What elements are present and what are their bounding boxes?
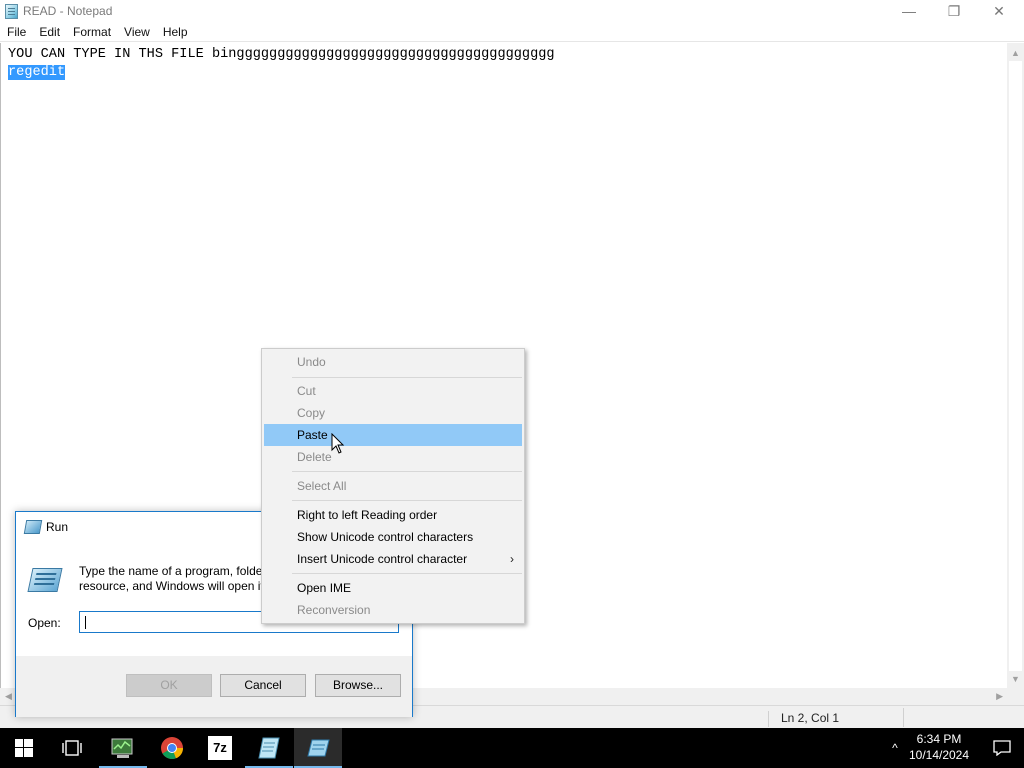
task-view-button[interactable]	[48, 728, 96, 768]
menu-help[interactable]: Help	[156, 22, 194, 41]
menu-separator	[292, 377, 522, 378]
run-title: Run	[46, 520, 69, 534]
clock-date: 10/14/2024	[908, 748, 970, 762]
ok-button[interactable]: OK	[126, 674, 212, 697]
scroll-down-icon[interactable]: ▼	[1011, 674, 1020, 684]
taskbar: 7z ^ 6:34 PM 10/14/2024	[0, 728, 1024, 768]
scrollbar-corner	[1007, 688, 1024, 705]
menu-item-copy[interactable]: Copy	[264, 402, 522, 424]
mouse-cursor-icon	[331, 433, 345, 454]
window-title: READ - Notepad	[23, 4, 113, 18]
menu-item-undo[interactable]: Undo	[264, 351, 522, 373]
vertical-scrollbar[interactable]: ▲ ▼	[1007, 43, 1024, 688]
scroll-right-icon[interactable]: ▶	[996, 691, 1003, 702]
menu-item-open-ime[interactable]: Open IME	[264, 577, 522, 599]
taskbar-run[interactable]	[294, 728, 342, 768]
run-program-icon	[27, 568, 63, 592]
menu-bar: File Edit Format View Help	[0, 22, 1024, 42]
status-divider	[903, 708, 904, 727]
browse-button[interactable]: Browse...	[315, 674, 401, 697]
text-caret	[85, 616, 86, 629]
context-menu: Undo Cut Copy Paste Delete Select All Ri…	[261, 348, 525, 624]
menu-edit[interactable]: Edit	[32, 22, 66, 41]
clock-time: 6:34 PM	[916, 732, 962, 746]
menu-item-select-all[interactable]: Select All	[264, 475, 522, 497]
notification-button[interactable]	[982, 728, 1022, 768]
menu-item-delete[interactable]: Delete	[264, 446, 522, 468]
chrome-icon	[161, 737, 184, 760]
notepad-icon	[5, 4, 18, 19]
menu-format[interactable]: Format	[66, 22, 117, 41]
close-button[interactable]: ✕	[976, 0, 1022, 22]
start-button[interactable]	[0, 728, 48, 768]
7zip-icon: 7z	[208, 736, 232, 760]
menu-item-insert-unicode[interactable]: Insert Unicode control character ›	[264, 548, 522, 570]
taskbar-clock[interactable]: 6:34 PM 10/14/2024	[906, 731, 972, 763]
7zip-label: 7z	[213, 740, 227, 755]
menu-separator	[292, 500, 522, 501]
taskbar-7zip[interactable]: 7z	[196, 728, 244, 768]
run-icon	[23, 520, 43, 534]
restore-button[interactable]: ❐	[931, 0, 977, 22]
taskbar-chrome[interactable]	[148, 728, 196, 768]
menu-item-insert-unicode-label: Insert Unicode control character	[297, 552, 468, 566]
menu-item-rtl-reading[interactable]: Right to left Reading order	[264, 504, 522, 526]
run-footer: OK Cancel Browse...	[16, 656, 412, 717]
menu-item-show-unicode[interactable]: Show Unicode control characters	[264, 526, 522, 548]
menu-view[interactable]: View	[117, 22, 156, 41]
run-icon	[307, 739, 330, 757]
scrollbar-track[interactable]	[1009, 61, 1022, 671]
scroll-left-icon[interactable]: ◀	[5, 691, 12, 702]
cursor-position: Ln 2, Col 1	[768, 711, 839, 727]
task-manager-icon	[111, 738, 133, 758]
notification-icon	[993, 740, 1011, 756]
taskbar-notepad[interactable]	[245, 728, 293, 768]
menu-separator	[292, 573, 522, 574]
title-bar[interactable]: READ - Notepad — ❐ ✕	[0, 0, 1024, 22]
selected-text: regedit	[8, 65, 66, 80]
open-label: Open:	[28, 616, 61, 630]
run-description-line1: Type the name of a program, folde	[79, 564, 263, 578]
run-description: Type the name of a program, folde resour…	[79, 564, 264, 594]
taskbar-task-manager[interactable]	[99, 728, 147, 768]
task-view-icon	[62, 740, 82, 756]
menu-item-cut[interactable]: Cut	[264, 380, 522, 402]
start-icon	[15, 739, 33, 757]
notepad-icon	[258, 737, 280, 759]
menu-item-reconversion[interactable]: Reconversion	[264, 599, 522, 621]
minimize-button[interactable]: —	[886, 0, 932, 22]
editor-line-1: YOU CAN TYPE IN THS FILE bingggggggggggg…	[8, 47, 555, 62]
menu-file[interactable]: File	[0, 22, 32, 41]
editor-line-2: regedit	[8, 64, 1007, 82]
submenu-arrow-icon: ›	[510, 552, 514, 566]
menu-separator	[292, 471, 522, 472]
menu-item-paste[interactable]: Paste	[264, 424, 522, 446]
scroll-up-icon[interactable]: ▲	[1011, 48, 1020, 58]
run-description-line2: resource, and Windows will open it	[79, 579, 264, 593]
tray-chevron-icon[interactable]: ^	[884, 728, 906, 768]
cancel-button[interactable]: Cancel	[220, 674, 306, 697]
